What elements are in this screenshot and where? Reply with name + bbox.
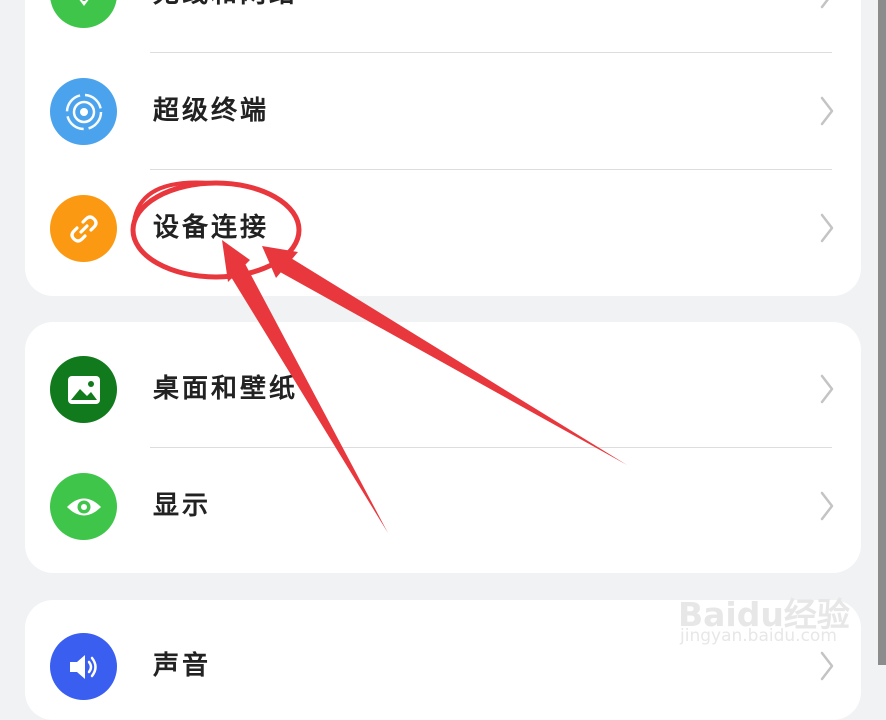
speaker-icon <box>50 633 117 700</box>
chevron-right-icon <box>820 651 834 681</box>
super-device-icon <box>50 78 117 145</box>
link-icon <box>50 195 117 262</box>
chevron-right-icon <box>820 491 834 521</box>
settings-item-label: 声音 <box>153 651 212 681</box>
settings-item-label: 显示 <box>153 491 212 521</box>
chevron-right-icon <box>820 213 834 243</box>
settings-item-super-device[interactable]: 超级终端 <box>25 53 861 170</box>
chevron-right-icon <box>820 374 834 404</box>
settings-item-sound[interactable]: 声音 <box>25 608 861 720</box>
settings-card-sound: 声音 <box>25 600 861 720</box>
settings-item-label: 超级终端 <box>153 96 270 126</box>
scrollbar[interactable] <box>878 0 886 665</box>
settings-card-display: 桌面和壁纸 显示 <box>25 322 861 573</box>
image-icon <box>50 356 117 423</box>
settings-item-label: 无线和网络 <box>153 0 298 12</box>
settings-item-label: 设备连接 <box>153 213 270 243</box>
settings-item-label: 桌面和壁纸 <box>153 374 299 404</box>
settings-item-home-wallpaper[interactable]: 桌面和壁纸 <box>25 331 861 448</box>
settings-card-connectivity: 无线和网络 超级终端 设备连接 <box>25 0 861 296</box>
chevron-right-icon <box>820 0 829 9</box>
settings-item-wireless-network[interactable]: 无线和网络 <box>25 0 861 53</box>
settings-item-display[interactable]: 显示 <box>25 448 861 565</box>
settings-item-device-connection[interactable]: 设备连接 <box>25 170 861 287</box>
eye-icon <box>50 473 117 540</box>
wifi-icon <box>50 0 117 28</box>
chevron-right-icon <box>820 96 834 126</box>
